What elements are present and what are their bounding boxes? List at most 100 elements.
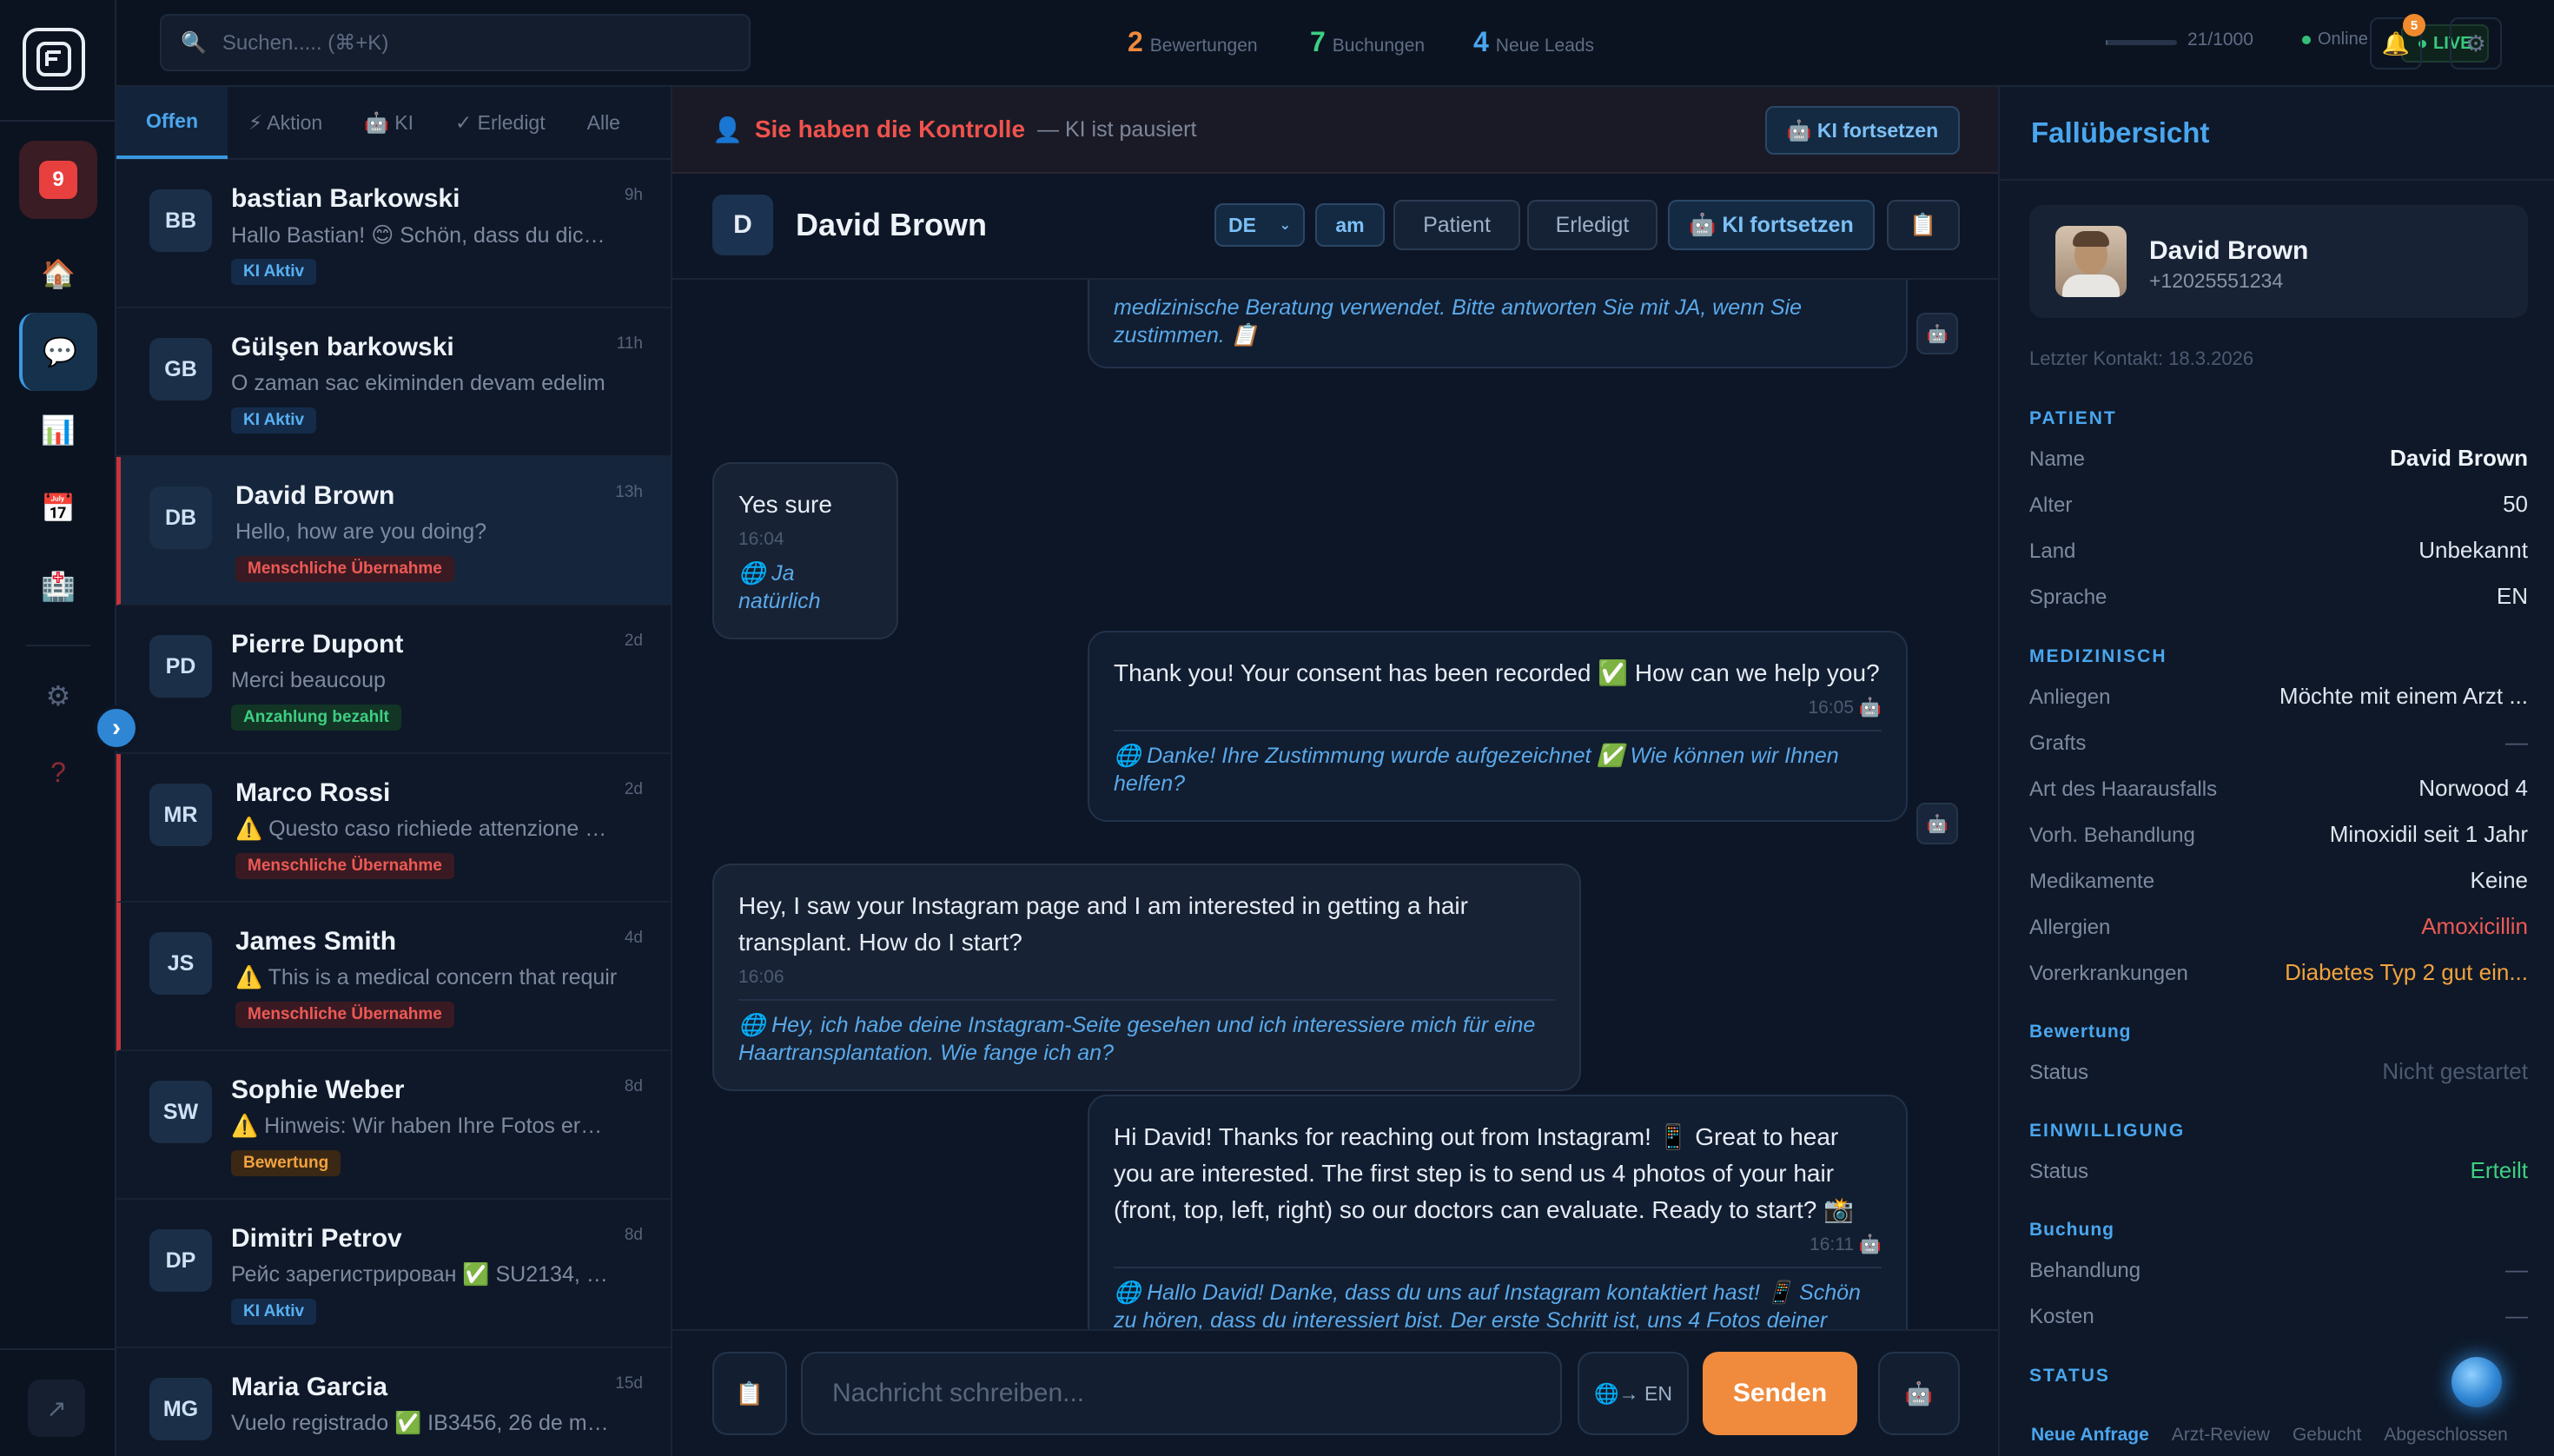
field-value: Nicht gestartet	[2382, 1058, 2528, 1084]
notes-clipboard-icon[interactable]: 📋	[1887, 200, 1960, 250]
assistant-orb-icon[interactable]	[2451, 1357, 2502, 1407]
message-list: medizinische Beratung verwendet. Bitte a…	[672, 280, 1998, 1416]
stat-bookings[interactable]: 7 Buchungen	[1310, 26, 1425, 58]
language-select[interactable]: DE ⌄	[1214, 203, 1305, 247]
chat-icon[interactable]: 💬	[19, 313, 97, 391]
conversation-item[interactable]: DP Dimitri Petrov 8d Рейс зарегистрирова…	[116, 1200, 671, 1348]
field-consent-status: Status Erteilt	[2029, 1157, 2528, 1184]
message-text: Thank you! Your consent has been recorde…	[1114, 659, 1880, 686]
search-input[interactable]: 🔍 Suchen..... (⌘+K)	[160, 14, 751, 71]
field-label: Grafts	[2029, 731, 2087, 755]
control-banner: 👤 Sie haben die Kontrolle — KI ist pausi…	[672, 87, 1998, 174]
robot-icon[interactable]: 🤖	[1916, 313, 1958, 354]
resume-ai-button[interactable]: 🤖 KI fortsetzen	[1765, 106, 1960, 155]
field-conditions: Vorerkrankungen Diabetes Typ 2 gut ein...	[2029, 959, 2528, 986]
field-value: —	[2505, 729, 2528, 755]
status-badge: Menschliche Übernahme	[235, 853, 454, 879]
field-label: Status	[2029, 1160, 2089, 1183]
conversation-preview: O zaman sac ekiminden devam edelim	[231, 371, 605, 395]
tab-done[interactable]: ✓ Erledigt	[434, 87, 566, 159]
robot-icon[interactable]: 🤖	[1916, 803, 1958, 844]
app-logo-icon[interactable]	[23, 28, 85, 90]
conversation-item[interactable]: GB Gülşen barkowski 11h O zaman sac ekim…	[116, 308, 671, 457]
stage-doctor-review[interactable]: Arzt-Review	[2172, 1425, 2270, 1446]
conversation-filter-tabs: Offen ⚡ Aktion 🤖 KI ✓ Erledigt Alle	[116, 87, 671, 160]
field-value: Amoxicillin	[2421, 913, 2528, 939]
stage-booked[interactable]: Gebucht	[2293, 1425, 2361, 1446]
message-text: Hi David! Thanks for reaching out from I…	[1114, 1123, 1854, 1223]
message-input[interactable]: Nachricht schreiben...	[801, 1352, 1562, 1435]
stage-completed[interactable]: Abgeschlossen	[2384, 1425, 2507, 1446]
usage-progress-fill	[2106, 40, 2107, 45]
tab-all[interactable]: Alle	[566, 87, 641, 159]
conversation-item-selected[interactable]: DB David Brown 13h Hello, how are you do…	[116, 457, 671, 606]
expand-icon[interactable]: ↗	[28, 1380, 85, 1437]
online-dot-icon	[2302, 35, 2311, 44]
chat-contact-name: David Brown	[796, 207, 988, 242]
conversation-item[interactable]: BB bastian Barkowski 9h Hallo Bastian! 😊…	[116, 160, 671, 308]
clinic-icon[interactable]: 🏥	[19, 547, 97, 625]
avatar: MR	[149, 784, 212, 846]
conversation-item[interactable]: MR Marco Rossi 2d ⚠️ Questo caso richied…	[116, 754, 671, 903]
rail-divider	[0, 120, 116, 122]
analytics-icon[interactable]: 📊	[19, 391, 97, 469]
stage-new-request[interactable]: Neue Anfrage	[2031, 1425, 2149, 1446]
chat-header: D David Brown DE ⌄ am Patient Erledigt 🤖 …	[672, 174, 1998, 280]
conversation-item[interactable]: PD Pierre Dupont 2d Merci beaucoup Anzah…	[116, 606, 671, 754]
conversation-preview: ⚠️ Questo caso richiede attenzione perso	[235, 817, 618, 841]
usage-progress-bar	[2106, 40, 2177, 45]
avatar: DP	[149, 1229, 212, 1292]
conversation-time: 2d	[624, 632, 643, 650]
calendar-icon[interactable]: 📅	[19, 469, 97, 547]
message-composer: 📋 Nachricht schreiben... 🌐→ EN Senden 🤖	[672, 1329, 1998, 1456]
field-value: —	[2505, 1302, 2528, 1328]
done-button[interactable]: Erledigt	[1527, 200, 1657, 250]
ai-robot-icon[interactable]: 🤖	[1878, 1352, 1960, 1435]
sidebar-toggle-chevron-icon[interactable]: ›	[94, 705, 139, 751]
home-icon[interactable]: 🏠	[19, 235, 97, 313]
field-grafts: Grafts —	[2029, 729, 2528, 756]
field-country: Land Unbekannt	[2029, 537, 2528, 564]
field-label: Sprache	[2029, 586, 2107, 609]
field-label: Anliegen	[2029, 685, 2111, 709]
conversation-name: bastian Barkowski	[231, 184, 460, 213]
translate-to-en-button[interactable]: 🌐→ EN	[1578, 1352, 1689, 1435]
conversation-item[interactable]: SW Sophie Weber 8d ⚠️ Hinweis: Wir haben…	[116, 1051, 671, 1200]
stat-reviews[interactable]: 2 Bewertungen	[1128, 26, 1258, 58]
settings-icon[interactable]: ⚙	[19, 657, 97, 735]
online-label: Online	[2318, 30, 2368, 49]
conversation-time: 15d	[615, 1374, 643, 1393]
stat-reviews-label: Bewertungen	[1149, 36, 1258, 56]
rail-notification-button[interactable]: 9	[19, 141, 97, 219]
conversation-item[interactable]: MG Maria Garcia 15d Vuelo registrado ✅ I…	[116, 1348, 671, 1456]
message-incoming: Hey, I saw your Instagram page and I am …	[712, 864, 1581, 1091]
tab-action[interactable]: ⚡ Aktion	[228, 87, 343, 159]
section-status: STATUS	[2029, 1366, 2110, 1386]
conversation-item[interactable]: JS James Smith 4d ⚠️ This is a medical c…	[116, 903, 671, 1051]
field-label: Vorh. Behandlung	[2029, 824, 2195, 847]
section-consent: EINWILLIGUNG	[2029, 1121, 2186, 1141]
template-clipboard-icon[interactable]: 📋	[712, 1352, 787, 1435]
message-translation: 🌐 Hey, ich habe deine Instagram-Seite ge…	[738, 999, 1555, 1067]
field-treatment: Behandlung —	[2029, 1256, 2528, 1283]
rail-divider	[26, 645, 90, 646]
stat-reviews-value: 2	[1128, 26, 1143, 57]
conversation-time: 8d	[624, 1077, 643, 1095]
tab-open[interactable]: Offen	[116, 87, 228, 159]
stat-leads[interactable]: 4 Neue Leads	[1473, 26, 1594, 58]
patient-button[interactable]: Patient	[1393, 200, 1520, 250]
am-button[interactable]: am	[1315, 203, 1385, 247]
conversation-time: 2d	[624, 780, 643, 798]
send-button[interactable]: Senden	[1703, 1352, 1857, 1435]
conversation-preview: Merci beaucoup	[231, 668, 386, 692]
notifications-bell-icon[interactable]: 🔔 5	[2370, 14, 2425, 69]
resume-ai-button[interactable]: 🤖 KI fortsetzen	[1668, 200, 1875, 250]
avatar: BB	[149, 189, 212, 252]
conversation-time: 4d	[624, 929, 643, 947]
message-text: Hey, I saw your Instagram page and I am …	[738, 892, 1468, 956]
settings-gear-icon[interactable]: ⚙	[2450, 17, 2502, 69]
conversation-name: James Smith	[235, 927, 397, 956]
status-stepper: Neue Anfrage Arzt-Review Gebucht Abgesch…	[2031, 1425, 2508, 1446]
tab-ai[interactable]: 🤖 KI	[343, 87, 434, 159]
help-icon[interactable]: ?	[19, 733, 97, 811]
